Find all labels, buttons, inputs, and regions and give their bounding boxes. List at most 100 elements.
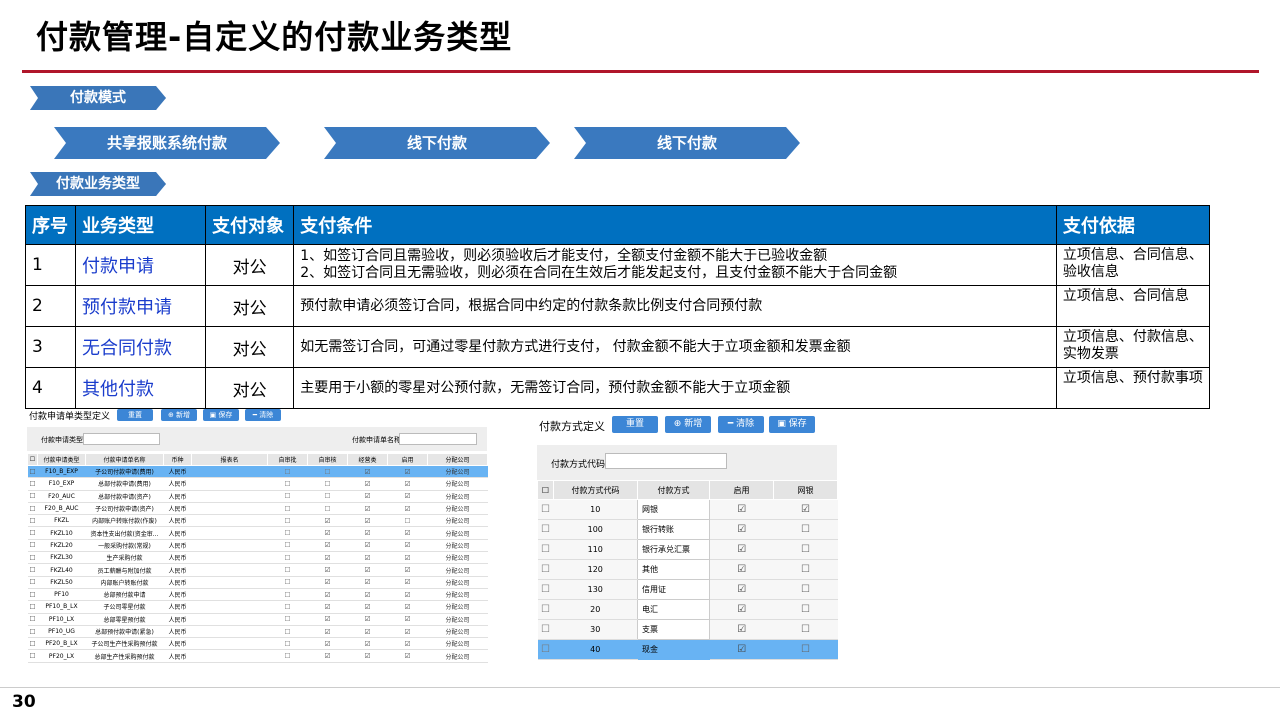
self-approve-checkbox[interactable] [267,539,308,553]
row-checkbox[interactable] [27,551,38,565]
row-checkbox[interactable] [27,613,38,626]
table-row[interactable]: PF10_LX总部零星预付款人民币 分配公司 [27,613,488,626]
row-method-name[interactable]: 电汇 [637,599,710,620]
table-row[interactable]: F10_EXP总部付款申请(费用)人民币 分配公司 [27,477,488,491]
self-approve-checkbox[interactable] [267,526,308,540]
assign-company-link[interactable]: 分配公司 [427,502,488,516]
self-review-checkbox[interactable] [307,502,348,516]
self-approve-checkbox[interactable] [267,637,308,651]
self-review-checkbox[interactable] [307,576,348,589]
table-row[interactable]: PF10_B_LX子公司零星付款人民币 分配公司 [27,600,488,614]
row-checkbox[interactable] [27,465,38,479]
table-row[interactable]: F10_B_EXP子公司付款申请(费用)人民币 分配公司 [27,465,488,479]
assign-company-link[interactable]: 分配公司 [427,514,488,528]
online-bank-checkbox[interactable] [773,559,838,580]
add-button[interactable]: ⊕ 新增 [161,409,197,421]
row-method-name[interactable]: 网银 [637,499,710,520]
row-checkbox[interactable] [27,588,38,602]
table-row[interactable]: FKZL40员工薪酬与附加付款人民币 分配公司 [27,563,488,577]
enabled-checkbox[interactable] [387,514,428,528]
enabled-checkbox[interactable] [709,579,774,600]
row-checkbox[interactable] [537,599,554,620]
self-approve-checkbox[interactable] [267,600,308,614]
assign-company-link[interactable]: 分配公司 [427,649,488,663]
enabled-checkbox[interactable] [387,576,428,589]
add-button[interactable]: ⊕ 新增 [665,416,711,433]
save-button[interactable]: ▣ 保存 [769,416,815,433]
enabled-checkbox[interactable] [387,526,428,540]
enabled-checkbox[interactable] [387,502,428,516]
self-review-checkbox[interactable] [307,490,348,503]
enabled-checkbox[interactable] [387,637,428,651]
assign-company-link[interactable]: 分配公司 [427,490,488,503]
self-approve-checkbox[interactable] [267,490,308,503]
row-checkbox[interactable] [537,519,554,540]
type-input[interactable] [83,433,160,445]
assign-company-link[interactable]: 分配公司 [427,588,488,602]
online-bank-checkbox[interactable] [773,499,838,520]
enabled-checkbox[interactable] [387,600,428,614]
table-row[interactable]: FKZL50内部账户转账付款人民币 分配公司 [27,576,488,589]
self-approve-checkbox[interactable] [267,625,308,639]
self-review-checkbox[interactable] [307,625,348,639]
row-checkbox[interactable] [27,576,38,589]
row-checkbox[interactable] [27,637,38,651]
operating-checkbox[interactable] [347,490,388,503]
row-checkbox[interactable] [537,539,554,560]
table-row[interactable]: F20_AUC总部付款申请(资产)人民币 分配公司 [27,490,488,503]
table-row[interactable]: 40现金 [537,639,838,660]
assign-company-link[interactable]: 分配公司 [427,563,488,577]
table-row[interactable]: 130信用证 [537,579,838,600]
operating-checkbox[interactable] [347,514,388,528]
row-checkbox[interactable] [27,600,38,614]
table-row[interactable]: PF20_LX总部生产性采购预付款人民币 分配公司 [27,649,488,663]
operating-checkbox[interactable] [347,465,388,479]
enabled-checkbox[interactable] [387,465,428,479]
self-review-checkbox[interactable] [307,539,348,553]
operating-checkbox[interactable] [347,588,388,602]
assign-company-link[interactable]: 分配公司 [427,551,488,565]
operating-checkbox[interactable] [347,526,388,540]
self-review-checkbox[interactable] [307,477,348,491]
name-input[interactable] [399,433,477,445]
enabled-checkbox[interactable] [387,490,428,503]
table-row[interactable]: 10网银 [537,499,838,520]
self-review-checkbox[interactable] [307,649,348,663]
table-row[interactable]: FKZL30生产采购付款人民币 分配公司 [27,551,488,565]
reset-button[interactable]: 重置 [612,416,658,433]
enabled-checkbox[interactable] [387,613,428,626]
row-checkbox[interactable] [537,559,554,580]
assign-company-link[interactable]: 分配公司 [427,613,488,626]
row-method-name[interactable]: 银行承兑汇票 [637,539,710,560]
self-review-checkbox[interactable] [307,600,348,614]
operating-checkbox[interactable] [347,563,388,577]
row-method-name[interactable]: 其他 [637,559,710,580]
table-row[interactable]: 30支票 [537,619,838,640]
save-button[interactable]: ▣ 保存 [203,409,239,421]
enabled-checkbox[interactable] [387,625,428,639]
table-row[interactable]: 20电汇 [537,599,838,620]
enabled-checkbox[interactable] [387,539,428,553]
table-row[interactable]: FKZL10资本性支出付款(资金审...人民币 分配公司 [27,526,488,540]
operating-checkbox[interactable] [347,637,388,651]
row-checkbox[interactable] [537,639,554,660]
enabled-checkbox[interactable] [709,519,774,540]
self-approve-checkbox[interactable] [267,588,308,602]
enabled-checkbox[interactable] [709,559,774,580]
clear-button[interactable]: ━ 清除 [718,416,764,433]
row-checkbox[interactable] [27,514,38,528]
table-row[interactable]: 120其他 [537,559,838,580]
row-checkbox[interactable] [27,490,38,503]
table-row[interactable]: 110银行承兑汇票 [537,539,838,560]
operating-checkbox[interactable] [347,600,388,614]
self-approve-checkbox[interactable] [267,502,308,516]
table-row[interactable]: PF10总部预付款申请人民币 分配公司 [27,588,488,602]
assign-company-link[interactable]: 分配公司 [427,539,488,553]
assign-company-link[interactable]: 分配公司 [427,637,488,651]
operating-checkbox[interactable] [347,551,388,565]
row-checkbox[interactable] [27,649,38,663]
assign-company-link[interactable]: 分配公司 [427,600,488,614]
operating-checkbox[interactable] [347,502,388,516]
self-approve-checkbox[interactable] [267,514,308,528]
select-all-checkbox[interactable]: ☐ [537,480,554,500]
